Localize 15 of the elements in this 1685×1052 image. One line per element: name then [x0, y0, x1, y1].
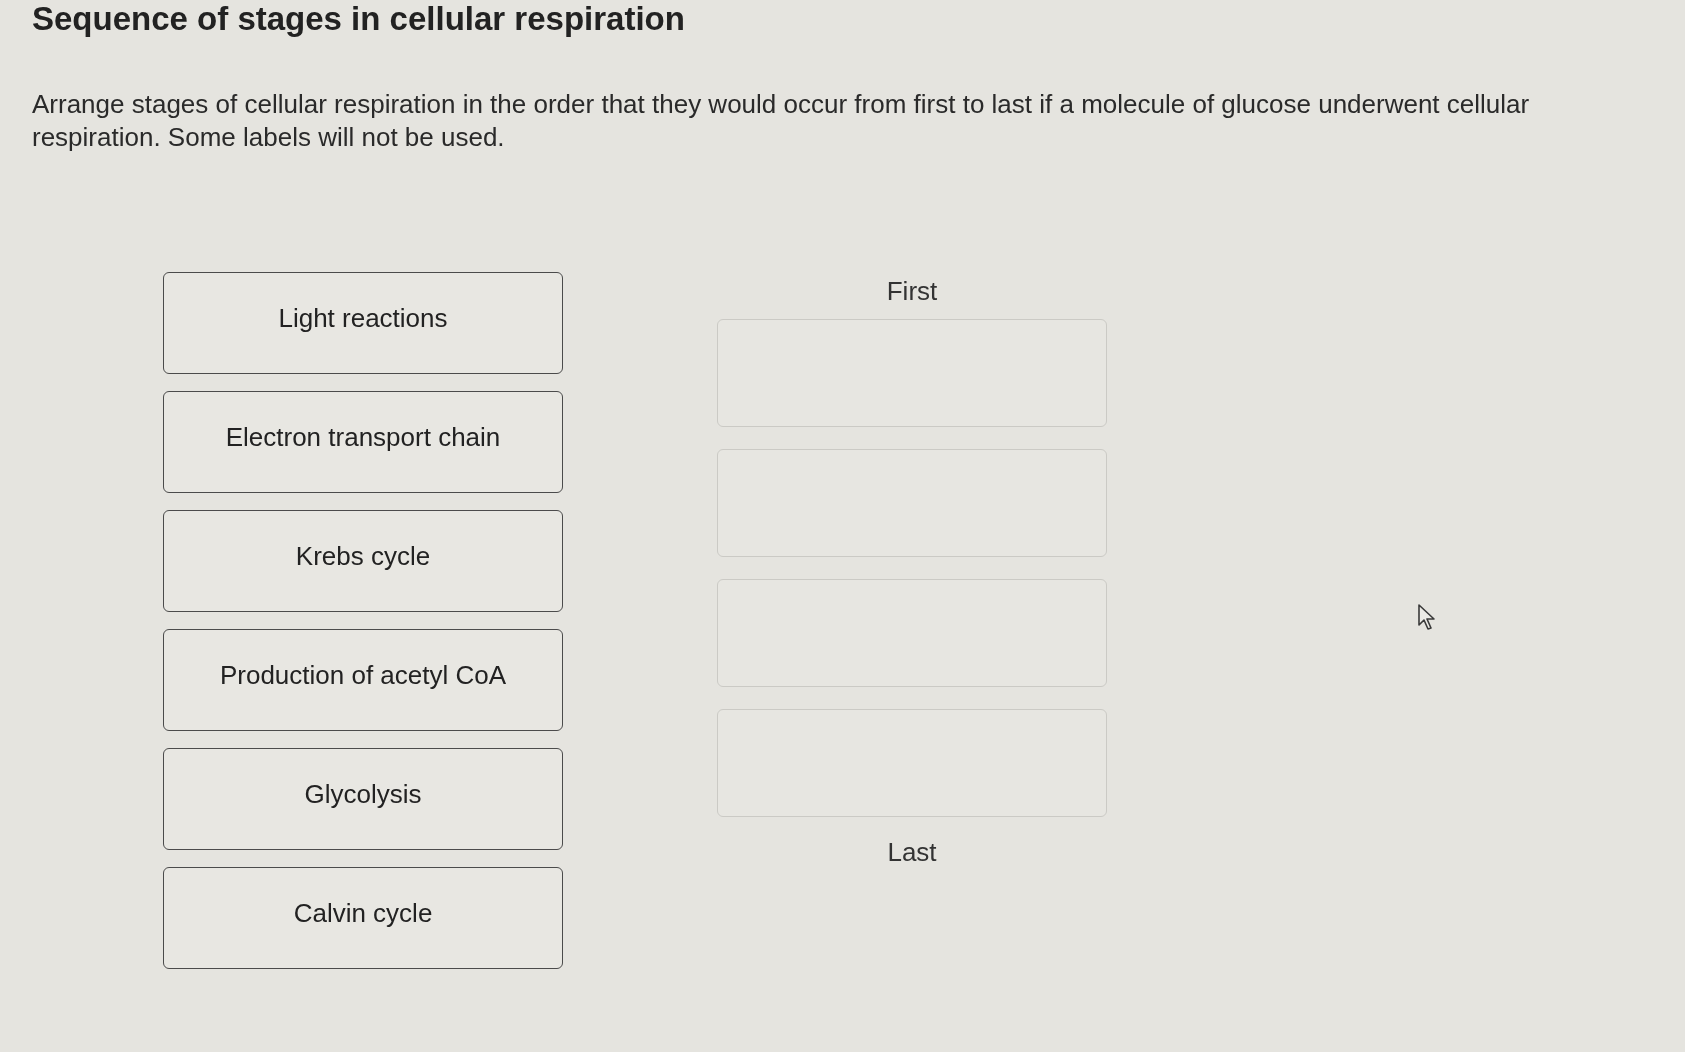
mouse-pointer-icon	[1418, 604, 1437, 631]
last-label: Last	[887, 837, 937, 869]
drop-zone[interactable]	[717, 319, 1107, 428]
draggable-label[interactable]: Krebs cycle	[163, 509, 563, 612]
drop-zone[interactable]	[717, 709, 1107, 818]
draggable-label[interactable]: Calvin cycle	[163, 866, 563, 969]
drop-zone[interactable]	[717, 579, 1107, 688]
draggable-label[interactable]: Electron transport chain	[163, 390, 563, 493]
drop-zone[interactable]	[717, 449, 1107, 558]
instructions-text: Arrange stages of cellular respiration in the order that they would occur from first to last if a molecule of glucose underwent cellular respiration. Some labels will not be used.	[32, 87, 1531, 154]
question-title: Sequence of stages in cellular respiration	[32, 0, 686, 38]
draggable-label[interactable]: Glycolysis	[163, 747, 563, 850]
first-label: First	[886, 275, 938, 308]
draggable-label[interactable]: Production of acetyl CoA	[163, 628, 563, 731]
draggable-label[interactable]: Light reactions	[163, 271, 563, 374]
